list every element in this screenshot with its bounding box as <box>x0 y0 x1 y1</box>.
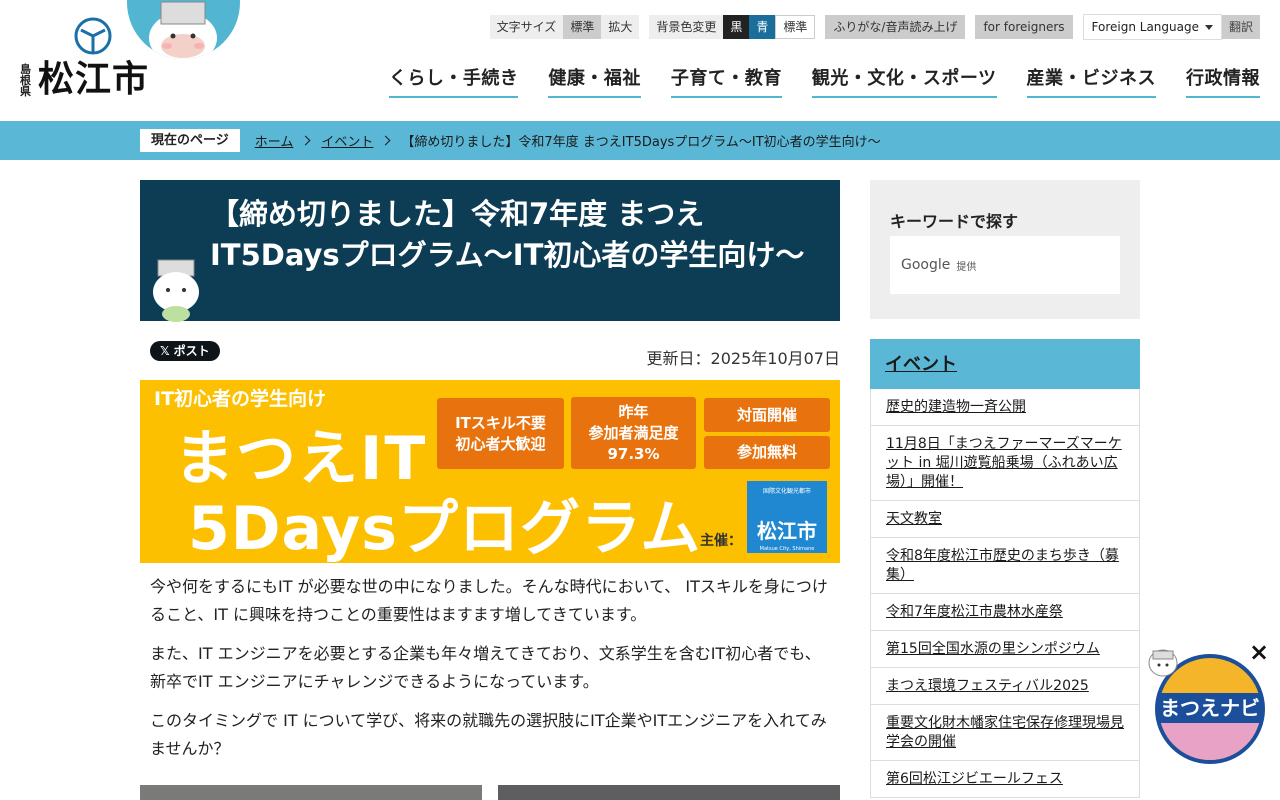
nav-item-health[interactable]: 健康・福祉 <box>548 64 641 98</box>
events-heading-link[interactable]: イベント <box>885 354 957 375</box>
banner-organizer-label: 主催： <box>700 533 742 549</box>
breadcrumb-events[interactable]: イベント <box>321 131 373 150</box>
list-item: 天文教室 <box>871 501 1139 538</box>
nav-item-childcare[interactable]: 子育て・教育 <box>670 64 782 98</box>
translate-button[interactable]: 翻訳 <box>1221 15 1260 39</box>
banner-main-line2: 5Daysプログラム <box>188 494 702 563</box>
list-item: 第15回全国水源の里シンポジウム <box>871 631 1139 668</box>
bg-color-label: 背景色変更 <box>656 20 717 34</box>
article-paragraph: このタイミングで IT について学び、将来の就職先の選択肢にIT企業やITエンジ… <box>150 711 827 758</box>
list-item: 第6回松江ジビエールフェス <box>871 761 1139 798</box>
banner-subtitle: IT初心者の学生向け <box>154 388 327 410</box>
font-size-label: 文字サイズ <box>496 20 557 34</box>
photo-row <box>140 785 840 800</box>
page-title: 【締め切りました】令和7年度 まつえIT5Daysプログラム～IT初心者の学生向… <box>210 197 805 272</box>
chevron-right-icon <box>300 135 311 146</box>
article-body: 今や何をするにもIT が必要な世の中になりました。そんな時代において、 ITスキ… <box>140 563 840 763</box>
article-paragraph: 今や何をするにもIT が必要な世の中になりました。そんな時代において、 ITスキ… <box>150 577 828 624</box>
event-link[interactable]: 令和8年度松江市歴史のまち歩き（募集） <box>886 548 1119 583</box>
search-powered-label: 提供 <box>956 261 977 273</box>
event-link[interactable]: 歴史的建造物一斉公開 <box>886 399 1026 415</box>
bg-standard-button[interactable]: 標準 <box>775 15 816 39</box>
logo-city-name: 松江市 <box>38 59 150 100</box>
event-banner-image: IT初心者の学生向け まつえIT 5Daysプログラム ITスキル不要 初心者大… <box>140 380 840 563</box>
bg-black-button[interactable]: 黒 <box>723 15 750 39</box>
nav-item-government[interactable]: 行政情報 <box>1186 64 1260 98</box>
list-item: 令和8年度松江市歴史のまち歩き（募集） <box>871 538 1139 594</box>
title-block: 【締め切りました】令和7年度 まつえIT5Daysプログラム～IT初心者の学生向… <box>140 180 840 322</box>
events-list: 歴史的建造物一斉公開 11月8日「まつえファーマーズマーケット in 堀川遊覧船… <box>870 389 1140 798</box>
bg-color-group: 背景色変更 黒 青 標準 <box>649 15 816 39</box>
foreigners-button[interactable]: for foreigners <box>975 15 1073 39</box>
list-item: 11月8日「まつえファーマーズマーケット in 堀川遊覧船乗場（ふれあい広場）」… <box>871 426 1139 501</box>
site-header: 島根県 松江市 文字サイズ 標準 拡大 背景色変更 黒 青 標準 ふりがな/音声… <box>0 0 1280 121</box>
city-emblem-icon <box>74 17 112 55</box>
bg-blue-button[interactable]: 青 <box>749 15 776 39</box>
navi-label: まつえナビ <box>1160 697 1260 720</box>
font-standard-button[interactable]: 標準 <box>563 15 602 39</box>
search-title: キーワードで探す <box>890 212 1019 231</box>
article-paragraph: また、IT エンジニアを必要とする企業も年々増えてきており、文系学生を含むIT初… <box>150 644 821 691</box>
furigana-button[interactable]: ふりがな/音声読み上げ <box>825 15 966 39</box>
utility-bar: 文字サイズ 標準 拡大 背景色変更 黒 青 標準 ふりがな/音声読み上げ for… <box>489 14 1260 40</box>
main-content: 【締め切りました】令和7年度 まつえIT5Daysプログラム～IT初心者の学生向… <box>140 180 840 800</box>
nav-item-tourism[interactable]: 観光・文化・スポーツ <box>811 64 997 98</box>
close-icon[interactable]: × <box>1247 640 1271 664</box>
list-item: 令和7年度松江市農林水産祭 <box>871 594 1139 631</box>
event-link[interactable]: 第6回松江ジビエールフェス <box>886 771 1063 787</box>
sidebar: キーワードで探す Google 提供 イベント 歴史的建造物一斉公開 11月8日… <box>870 180 1140 798</box>
banner-box-satisfaction: 昨年 参加者満足度 97.3% <box>571 397 696 469</box>
event-link[interactable]: 天文教室 <box>886 511 942 527</box>
x-post-button[interactable]: 𝕏 ポスト <box>150 341 220 361</box>
google-logo: Google <box>901 257 951 273</box>
breadcrumb-home[interactable]: ホーム <box>255 131 294 150</box>
logo-prefecture: 島根県 <box>20 63 31 98</box>
banner-box-free: 参加無料 <box>704 436 830 469</box>
mascot-title-image <box>153 259 199 322</box>
chevron-right-icon <box>380 135 391 146</box>
list-item: 歴史的建造物一斉公開 <box>871 389 1139 426</box>
keyword-search-box: キーワードで探す Google 提供 <box>870 180 1140 319</box>
banner-box-in-person: 対面開催 <box>704 398 830 432</box>
nav-item-business[interactable]: 産業・ビジネス <box>1026 64 1156 98</box>
font-size-group: 文字サイズ 標準 拡大 <box>489 15 640 39</box>
search-input[interactable]: Google 提供 <box>890 236 1120 294</box>
event-link[interactable]: 第15回全国水源の里シンポジウム <box>886 641 1100 657</box>
list-item: まつえ環境フェスティバル2025 <box>871 668 1139 705</box>
event-link[interactable]: まつえ環境フェスティバル2025 <box>886 678 1089 694</box>
breadcrumb: 現在のページ ホーム イベント 【締め切りました】令和7年度 まつえIT5Day… <box>140 129 881 152</box>
language-select[interactable]: Foreign Language 翻訳 <box>1082 14 1260 40</box>
event-photo <box>140 785 482 800</box>
nav-item-living[interactable]: くらし・手続き <box>388 64 519 98</box>
event-link[interactable]: 重要文化財木幡家住宅保存修理現場見学会の開催 <box>886 715 1124 750</box>
banner-city-logo: 国際文化観光都市 松江市 Matsue City, Shimane <box>747 481 827 553</box>
font-large-button[interactable]: 拡大 <box>601 15 639 39</box>
breadcrumb-label: 現在のページ <box>140 129 240 152</box>
event-link[interactable]: 令和7年度松江市農林水産祭 <box>886 604 1063 620</box>
global-nav: くらし・手続き 健康・福祉 子育て・教育 観光・文化・スポーツ 産業・ビジネス … <box>388 64 1260 98</box>
banner-box-no-skill: ITスキル不要 初心者大歓迎 <box>437 398 564 469</box>
event-link[interactable]: 11月8日「まつえファーマーズマーケット in 堀川遊覧船乗場（ふれあい広場）」… <box>886 436 1122 490</box>
share-row: 𝕏 ポスト 更新日：2025年10月07日 <box>140 321 840 380</box>
breadcrumb-current: 【締め切りました】令和7年度 まつえIT5Daysプログラム～IT初心者の学生向… <box>401 135 881 150</box>
events-heading: イベント <box>870 339 1140 389</box>
event-photo <box>498 785 840 800</box>
updated-date: 更新日：2025年10月07日 <box>646 349 840 368</box>
x-logo-icon: 𝕏 <box>160 344 170 358</box>
list-item: 重要文化財木幡家住宅保存修理現場見学会の開催 <box>871 705 1139 761</box>
language-select-value[interactable]: Foreign Language <box>1082 14 1222 40</box>
chevron-down-icon <box>1204 25 1213 30</box>
breadcrumb-bar: 現在のページ ホーム イベント 【締め切りました】令和7年度 まつえIT5Day… <box>0 121 1280 160</box>
